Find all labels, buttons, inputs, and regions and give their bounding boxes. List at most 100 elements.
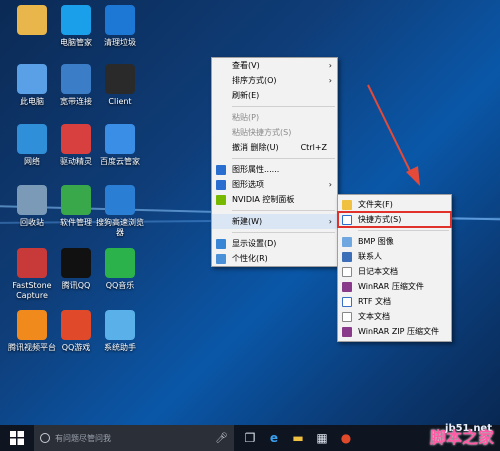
submenu-item-journal[interactable]: 日记本文档: [338, 264, 451, 279]
menu-item-label: 查看(V): [232, 61, 260, 70]
menu-item-nvidia[interactable]: NVIDIA 控制面板: [212, 192, 337, 207]
menu-item-graphics-properties[interactable]: 图形属性......: [212, 162, 337, 177]
menu-item-label: 新建(W): [232, 217, 263, 226]
bmp-icon: [342, 237, 352, 247]
submenu-item-label: RTF 文档: [358, 297, 392, 306]
chevron-right-icon: ›: [328, 217, 332, 226]
desktop-icon[interactable]: 系统助手: [94, 310, 146, 353]
submenu-item-rtf[interactable]: RTF 文档: [338, 294, 451, 309]
graphics-icon: [216, 165, 226, 175]
pinwheel-icon: [61, 185, 91, 215]
microphone-icon[interactable]: 🎤︎: [215, 433, 228, 444]
winrar-icon: [342, 282, 352, 292]
contact-icon: [342, 252, 352, 262]
menu-item-label: 排序方式(O): [232, 76, 277, 85]
taskbar: 有问题尽管问我 🎤︎ ❐ e ▬ ▦ ●: [0, 425, 500, 451]
menu-item-view[interactable]: 查看(V) ›: [212, 58, 337, 73]
chevron-right-icon: ›: [328, 61, 332, 70]
desktop-icon[interactable]: 搜狗高速浏览器: [94, 185, 146, 238]
menu-item-shortcut: Ctrl+Z: [300, 143, 327, 152]
graphics-icon: [216, 180, 226, 190]
menu-item-graphics-options[interactable]: 图形选项 ›: [212, 177, 337, 192]
desktop-icon[interactable]: 百度云管家: [94, 124, 146, 167]
menu-separator: [232, 158, 335, 159]
submenu-item-shortcut[interactable]: 快捷方式(S): [337, 211, 452, 228]
annotation-arrow-icon: [367, 84, 420, 186]
menu-item-label: 显示设置(D): [232, 239, 277, 248]
folder-icon: [342, 200, 352, 210]
journal-icon: [342, 267, 352, 277]
menu-separator: [232, 106, 335, 107]
chevron-right-icon: ›: [328, 76, 332, 85]
submenu-item-contact[interactable]: 联系人: [338, 249, 451, 264]
cloud-icon: [105, 124, 135, 154]
submenu-item-label: 日记本文档: [358, 267, 398, 276]
menu-item-label: 图形选项: [232, 180, 264, 189]
globe-icon: [17, 124, 47, 154]
submenu-item-label: BMP 图像: [358, 237, 394, 246]
desktop-icon-label: 搜狗高速浏览器: [96, 218, 144, 237]
new-submenu: 文件夹(F) 快捷方式(S) BMP 图像 联系人 日记本文档 WinRAR 压…: [337, 194, 452, 342]
submenu-item-winrar-zip[interactable]: WinRAR ZIP 压缩文件: [338, 324, 451, 339]
shield-icon: [61, 5, 91, 35]
watermark-text: 脚本之家: [429, 428, 494, 447]
winrar-zip-icon: [342, 327, 352, 337]
menu-item-undo-delete[interactable]: 撤消 删除(U) Ctrl+Z: [212, 140, 337, 155]
rtf-icon: [342, 297, 352, 307]
chevron-right-icon: ›: [328, 180, 332, 189]
menu-item-new[interactable]: 新建(W) ›: [212, 214, 337, 229]
submenu-item-label: 文件夹(F): [358, 200, 393, 209]
user-folder-icon: [17, 5, 47, 35]
desktop-icon[interactable]: 清理垃圾: [94, 5, 146, 48]
submenu-item-bmp[interactable]: BMP 图像: [338, 234, 451, 249]
store-icon[interactable]: ▦: [310, 425, 334, 451]
submenu-item-label: WinRAR ZIP 压缩文件: [358, 327, 440, 336]
edge-browser-icon[interactable]: e: [262, 425, 286, 451]
menu-item-label: NVIDIA 控制面板: [232, 195, 295, 204]
task-view-icon[interactable]: ❐: [238, 425, 262, 451]
desktop-icon-label: Client: [108, 97, 132, 106]
menu-item-label: 粘贴(P): [232, 113, 260, 122]
desktop-icon-label: 清理垃圾: [104, 38, 136, 47]
browser-icon: [105, 185, 135, 215]
nvidia-icon: [216, 195, 226, 205]
menu-separator: [232, 232, 335, 233]
start-button[interactable]: [0, 425, 34, 451]
capture-icon: [17, 248, 47, 278]
display-icon: [216, 239, 226, 249]
computer-icon: [17, 64, 47, 94]
submenu-item-text-doc[interactable]: 文本文档: [338, 309, 451, 324]
windows-logo-icon: [10, 431, 24, 445]
menu-item-label: 个性化(R): [232, 254, 268, 263]
desktop-icon[interactable]: QQ音乐: [94, 248, 146, 291]
search-box[interactable]: 有问题尽管问我 🎤︎: [34, 425, 234, 451]
menu-item-refresh[interactable]: 刷新(E): [212, 88, 337, 103]
app-icon[interactable]: ●: [334, 425, 358, 451]
menu-item-sort[interactable]: 排序方式(O) ›: [212, 73, 337, 88]
submenu-item-label: WinRAR 压缩文件: [358, 282, 424, 291]
desktop-icon-label: 系统助手: [104, 343, 136, 352]
penguin-icon: [61, 248, 91, 278]
menu-item-paste-shortcut[interactable]: 粘贴快捷方式(S): [212, 125, 337, 140]
menu-item-personalize[interactable]: 个性化(R): [212, 251, 337, 266]
broom-icon: [105, 5, 135, 35]
submenu-item-label: 联系人: [358, 252, 382, 261]
assistant-icon: [105, 310, 135, 340]
menu-item-display-settings[interactable]: 显示设置(D): [212, 236, 337, 251]
menu-item-label: 撤消 删除(U): [232, 143, 279, 152]
video-icon: [17, 310, 47, 340]
personalize-icon: [216, 254, 226, 264]
menu-item-paste[interactable]: 粘贴(P): [212, 110, 337, 125]
desktop-icon[interactable]: Client: [94, 64, 146, 107]
context-menu: 查看(V) › 排序方式(O) › 刷新(E) 粘贴(P) 粘贴快捷方式(S) …: [211, 57, 338, 267]
desktop-icon-label: 百度云管家: [100, 157, 140, 166]
menu-item-label: 粘贴快捷方式(S): [232, 128, 292, 137]
client-icon: [105, 64, 135, 94]
menu-separator: [358, 230, 449, 231]
shortcut-icon: [342, 215, 352, 225]
submenu-item-winrar[interactable]: WinRAR 压缩文件: [338, 279, 451, 294]
text-doc-icon: [342, 312, 352, 322]
network-icon: [61, 64, 91, 94]
driver-icon: [61, 124, 91, 154]
file-explorer-icon[interactable]: ▬: [286, 425, 310, 451]
